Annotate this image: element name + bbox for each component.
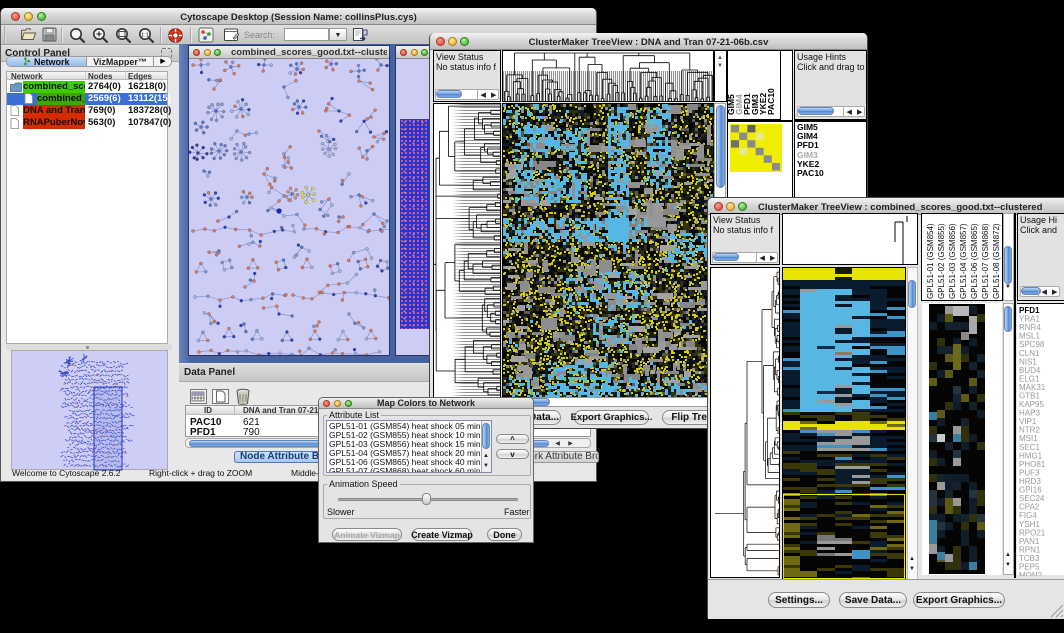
svg-text:MON2: MON2 <box>1019 571 1043 576</box>
svg-text:GPL51-04 (GSM857): GPL51-04 (GSM857) <box>959 223 968 299</box>
svg-text:GPL51-03 (GSM856): GPL51-03 (GSM856) <box>948 223 957 299</box>
svg-text:1:1: 1:1 <box>141 33 149 39</box>
svg-text:GPL51-02 (GSM855): GPL51-02 (GSM855) <box>937 223 946 299</box>
svg-text:GPL51-08 (GSM872): GPL51-08 (GSM872) <box>992 223 1001 299</box>
svg-text:PAC10: PAC10 <box>766 88 776 115</box>
svg-text:GPL51-07 (GSM868): GPL51-07 (GSM868) <box>981 223 990 299</box>
svg-text:GPL51-01 (GSM854): GPL51-01 (GSM854) <box>926 223 935 299</box>
svg-text:GPL51-06 (GSM865): GPL51-06 (GSM865) <box>970 223 979 299</box>
